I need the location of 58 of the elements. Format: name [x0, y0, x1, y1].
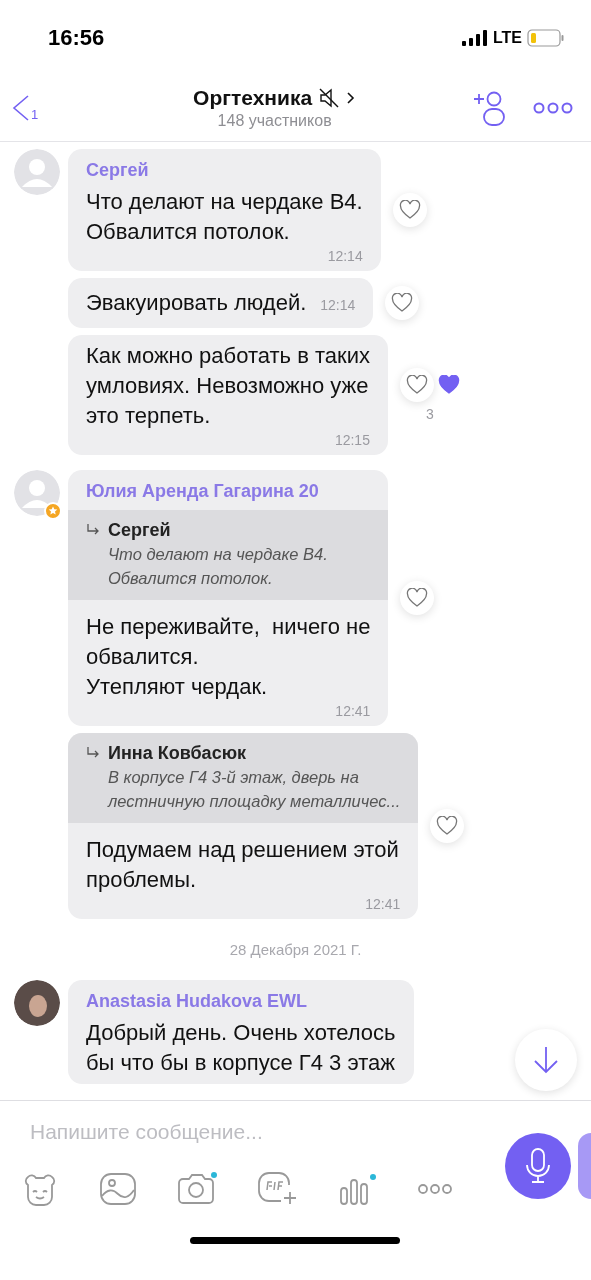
- chat-title[interactable]: Оргтехника: [193, 86, 313, 110]
- quoted-message[interactable]: Сергей Что делают на чердаке В4. Обвалится потолок.: [68, 510, 389, 600]
- message-bubble[interactable]: Сергей Что делают на чердаке В4. Обвалится потолок. 12:14: [68, 149, 381, 271]
- status-time: 16:56: [48, 24, 105, 51]
- message-text: Не переживайте, ничего не обвалится. Утепляют чердак.: [86, 613, 371, 701]
- chevron-right-icon[interactable]: [346, 91, 357, 105]
- add-participant-icon[interactable]: [473, 89, 507, 127]
- message-bubble[interactable]: Инна Ковбасюк В корпусе Г4 3-й этаж, дверь на лестничную площадку металличес... Подумаем над решением этой проблемы. 12:41: [68, 733, 419, 919]
- reply-arrow-icon: [86, 523, 100, 537]
- message-time: 12:41: [364, 895, 401, 913]
- quote-author: Сергей: [108, 519, 171, 542]
- camera-icon[interactable]: [176, 1171, 218, 1207]
- more-options-icon[interactable]: [417, 1183, 453, 1195]
- signal-icon: [461, 29, 488, 46]
- quoted-message[interactable]: Инна Ковбасюк В корпусе Г4 3-й этаж, дверь на лестничную площадку металличес...: [68, 733, 419, 823]
- like-button[interactable]: [399, 368, 434, 402]
- heart-icon: [436, 816, 459, 836]
- message-bubble[interactable]: Юлия Аренда Гагарина 20 Сергей Что делают на чердаке В4. Обвалится потолок. Не переживайте, ничего не обвалится. Утепляют чердак. 12:41: [68, 470, 389, 726]
- quote-text: Что делают на чердаке В4. Обвалится потолок.: [107, 544, 329, 589]
- scroll-down-button[interactable]: [515, 1029, 577, 1091]
- reply-arrow-icon: [86, 746, 100, 760]
- message-text: Как можно работать в таких умловиях. Невозможно уже это терпеть.: [86, 342, 370, 430]
- date-separator: 28 Декабря 2021 Г.: [228, 941, 363, 958]
- arrow-down-icon: [532, 1045, 560, 1075]
- back-button[interactable]: 1: [12, 94, 39, 122]
- message-time: 12:41: [334, 702, 371, 720]
- like-button[interactable]: [392, 193, 427, 227]
- message-bubble[interactable]: Как можно работать в таких умловиях. Невозможно уже это терпеть. 12:15: [68, 335, 388, 455]
- like-button[interactable]: [385, 286, 420, 320]
- message-text: Эвакуировать людей.: [86, 289, 307, 317]
- heart-icon: [391, 293, 414, 313]
- heart-icon: [406, 588, 429, 608]
- gallery-icon[interactable]: [99, 1172, 137, 1206]
- more-options-icon[interactable]: [533, 101, 573, 115]
- participants-count: 148 участников: [217, 112, 332, 130]
- message-text: Подумаем над решением этой проблемы.: [86, 836, 400, 894]
- gif-icon[interactable]: [257, 1171, 299, 1207]
- quote-text: В корпусе Г4 3-й этаж, дверь на лестничную площадку металличес...: [106, 767, 401, 812]
- message-bubble[interactable]: Эвакуировать людей. 12:14: [68, 278, 374, 328]
- like-button[interactable]: [430, 809, 465, 843]
- message-bubble[interactable]: Anastasia Hudakova EWL Добрый день. Очень хотелось бы что бы в корпусе Г4 3 этаж: [68, 980, 414, 1084]
- microphone-icon: [524, 1147, 552, 1185]
- message-input[interactable]: Напишите сообщение...: [28, 1119, 472, 1145]
- like-button[interactable]: [400, 581, 435, 615]
- reaction-count: 3: [426, 406, 434, 422]
- message-text: Что делают на чердаке В4. Обвалится потолок.: [86, 188, 363, 246]
- avatar-photo[interactable]: [14, 980, 60, 1026]
- message-text: Добрый день. Очень хотелось бы что бы в корпусе Г4 3 этаж: [86, 1019, 396, 1077]
- audio-wave-icon[interactable]: [338, 1172, 378, 1206]
- network-type: LTE: [492, 28, 522, 47]
- message-time: 12:14: [320, 296, 356, 314]
- quote-author: Инна Ковбасюк: [108, 742, 247, 765]
- message-time: 12:14: [326, 247, 363, 265]
- heart-icon: [405, 375, 428, 395]
- message-time: 12:15: [333, 431, 370, 449]
- heart-icon: [398, 200, 421, 220]
- battery-icon: [527, 27, 565, 48]
- send-button[interactable]: [578, 1133, 591, 1199]
